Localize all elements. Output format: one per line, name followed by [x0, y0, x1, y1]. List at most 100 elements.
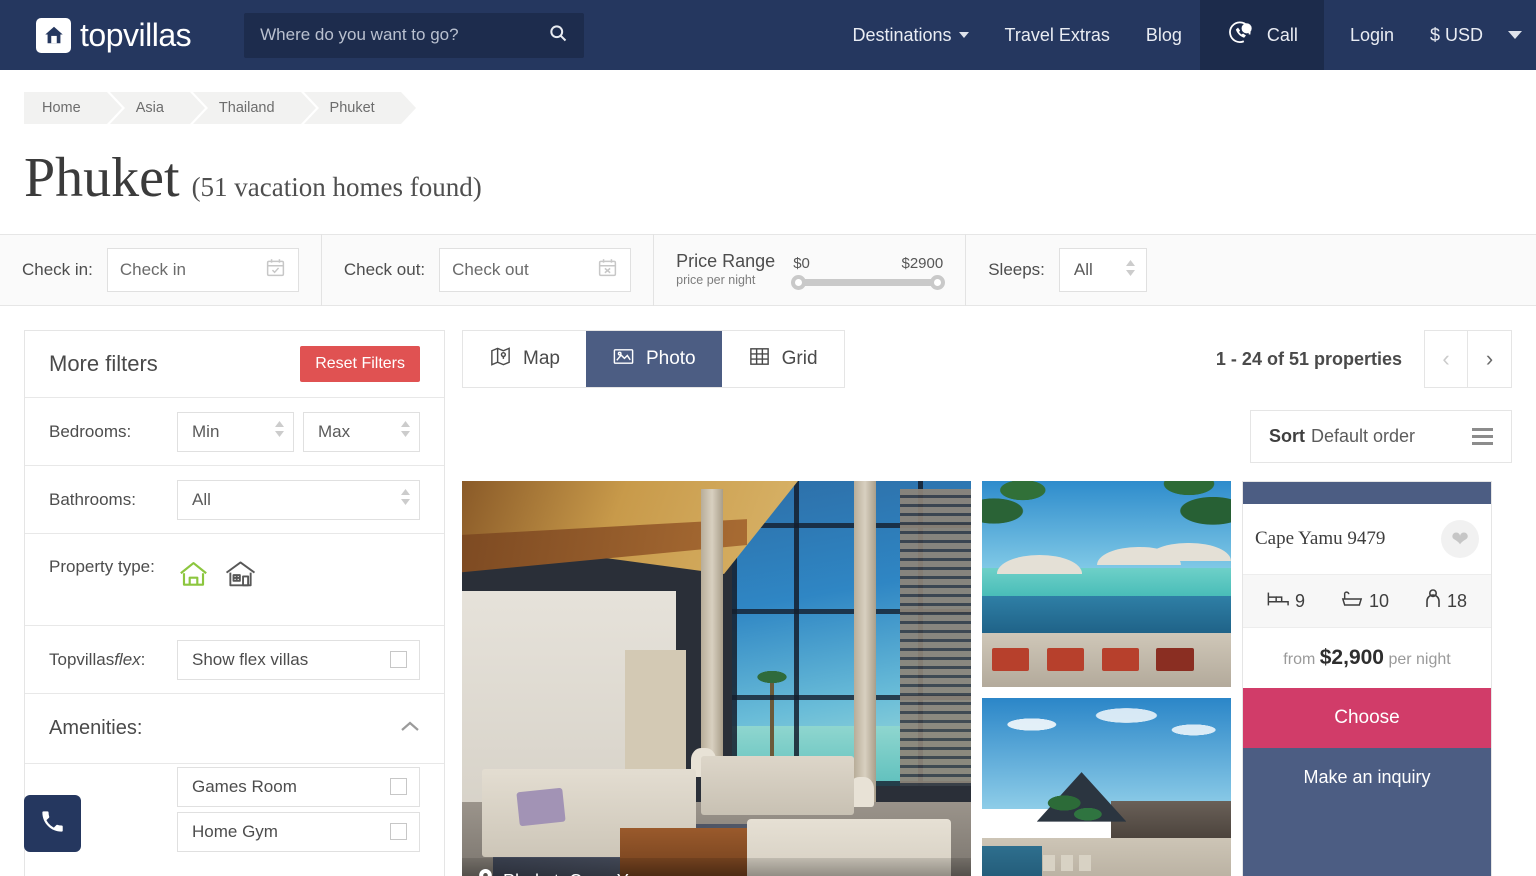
sleeps-label: Sleeps: — [988, 260, 1045, 279]
chevron-down-icon — [1508, 31, 1522, 39]
checkin-group: Check in: Check in — [0, 234, 322, 306]
checkout-value: Check out — [452, 260, 529, 279]
floating-call-button[interactable] — [24, 795, 81, 852]
show-flex-villas-checkbox[interactable]: Show flex villas — [177, 639, 420, 680]
property-type-filter: Property type: — [25, 534, 444, 626]
amenity-checkbox-home-gym[interactable]: Home Gym — [177, 811, 420, 852]
chevron-down-icon — [958, 32, 969, 38]
house-detailed-icon[interactable] — [224, 558, 257, 596]
calendar-check-icon — [265, 257, 286, 283]
amenities-header[interactable]: Amenities: — [25, 694, 444, 764]
choose-button[interactable]: Choose — [1243, 688, 1491, 748]
tab-photo[interactable]: Photo — [585, 331, 722, 387]
topvillas-flex-filter: Topvillasflex: Show flex villas — [25, 626, 444, 694]
nav-label-blog: Blog — [1145, 24, 1182, 45]
bath-icon — [1341, 590, 1363, 613]
nav-label-call: Call — [1266, 24, 1298, 45]
checkout-input[interactable]: Check out — [439, 248, 632, 292]
nav-item-destinations[interactable]: Destinations — [834, 0, 986, 70]
checkbox-icon[interactable] — [390, 823, 407, 840]
results-toolbar: Map Photo Grid 1 - 24 of 51 properties ‹… — [462, 330, 1512, 388]
bedrooms-min-select[interactable]: Min — [177, 411, 294, 452]
make-inquiry-button[interactable]: Make an inquiry — [1243, 748, 1491, 876]
slider-handle-min[interactable] — [791, 275, 807, 291]
sleeps-group: Sleeps: All — [966, 234, 1169, 306]
show-flex-villas-label: Show flex villas — [192, 649, 309, 669]
search-box[interactable] — [244, 12, 585, 58]
property-thumbnail-exterior[interactable] — [982, 698, 1231, 876]
spec-bedrooms: 9 — [1267, 591, 1305, 612]
page-title: Phuket (51 vacation homes found) — [24, 150, 1536, 206]
page-title-main: Phuket — [24, 147, 180, 209]
pagination-summary: 1 - 24 of 51 properties — [1215, 348, 1402, 369]
sleeps-select[interactable]: All — [1058, 248, 1147, 292]
nav-label-currency: $ USD — [1429, 24, 1483, 45]
property-title[interactable]: Cape Yamu 9479 — [1255, 528, 1435, 551]
nav-item-travel-extras[interactable]: Travel Extras — [987, 0, 1128, 70]
search-icon[interactable] — [548, 23, 568, 48]
logo-text: topvillas — [80, 16, 192, 53]
amenity-label-games-room: Games Room — [192, 776, 297, 796]
breadcrumb-item-home[interactable]: Home — [24, 92, 125, 124]
topvillas-flex-label: Topvillasflex: — [49, 649, 146, 669]
slider-track[interactable] — [791, 275, 946, 291]
grid-icon — [748, 345, 771, 374]
breadcrumb-item-thailand[interactable]: Thailand — [192, 92, 319, 124]
spinner-icon — [260, 420, 285, 443]
nav-label-destinations: Destinations — [852, 24, 952, 45]
checkbox-icon[interactable] — [390, 651, 407, 668]
calendar-cross-icon — [597, 257, 618, 283]
page-title-count: (51 vacation homes found) — [191, 172, 482, 202]
amenity-item-home-gym: Home Gym — [25, 809, 444, 854]
checkbox-icon[interactable] — [390, 778, 407, 795]
home-outline-icon[interactable] — [177, 558, 210, 596]
card-accent-bar — [1243, 482, 1491, 504]
spec-bathrooms-value: 10 — [1368, 590, 1389, 611]
sort-control[interactable]: Sort Default order — [1250, 410, 1512, 463]
sleeps-value: All — [1073, 260, 1093, 279]
reset-filters-button[interactable]: Reset Filters — [300, 346, 420, 382]
chevron-right-icon[interactable]: › — [1468, 330, 1512, 388]
logo[interactable]: topvillas — [36, 16, 192, 54]
tab-map[interactable]: Map — [463, 331, 586, 387]
content-area: More filters Reset Filters Bedrooms: Min… — [0, 306, 1536, 876]
checkin-label: Check in: — [22, 260, 93, 279]
property-specs: 9 10 18 — [1243, 575, 1491, 628]
chevron-left-icon[interactable]: ‹ — [1424, 330, 1468, 388]
nav-item-login[interactable]: Login — [1324, 0, 1412, 70]
slider-handle-max[interactable] — [930, 275, 946, 291]
svg-text:24: 24 — [1243, 26, 1250, 32]
amenity-label-home-gym: Home Gym — [192, 821, 278, 841]
nav-item-call[interactable]: 24 Call — [1199, 0, 1324, 70]
bedrooms-max-select[interactable]: Max — [303, 411, 420, 452]
price-range-slider[interactable]: $0 $2900 — [791, 253, 946, 291]
property-hero-photo[interactable]: Phuket, Cape Yamu — [462, 481, 971, 876]
property-thumbnails — [982, 481, 1231, 876]
amenity-checkbox-games-room[interactable]: Games Room — [177, 766, 420, 807]
home-icon — [36, 17, 71, 53]
nav-label-travel-extras: Travel Extras — [1004, 24, 1110, 45]
nav-item-blog[interactable]: Blog — [1128, 0, 1200, 70]
chevron-up-icon[interactable] — [400, 720, 420, 738]
search-input[interactable] — [260, 25, 549, 45]
nav-item-currency[interactable]: $ USD — [1412, 0, 1536, 70]
tab-label-map: Map — [523, 348, 560, 369]
heart-icon[interactable]: ❤ — [1441, 520, 1479, 558]
search-filter-bar: Check in: Check in Check out: Check out — [0, 234, 1536, 306]
site-header: topvillas Destinations Travel Extras Blo… — [0, 0, 1536, 70]
photo-icon — [612, 345, 635, 374]
spinner-icon — [386, 420, 411, 443]
tab-grid[interactable]: Grid — [722, 331, 844, 387]
spec-guests-value: 18 — [1446, 590, 1467, 611]
amenity-item-games-room: Games Room — [25, 764, 444, 809]
view-mode-tabs: Map Photo Grid — [462, 330, 845, 388]
sort-value: Default order — [1311, 426, 1416, 446]
property-thumbnail-pool[interactable] — [982, 481, 1231, 687]
checkin-input[interactable]: Check in — [106, 248, 299, 292]
spec-guests: 18 — [1425, 589, 1467, 613]
phone-24-icon: 24 — [1226, 18, 1256, 53]
hamburger-icon[interactable] — [1472, 428, 1493, 445]
price-suffix: per night — [1388, 651, 1451, 668]
bathrooms-select[interactable]: All — [177, 479, 420, 520]
spec-bathrooms: 10 — [1341, 590, 1389, 613]
